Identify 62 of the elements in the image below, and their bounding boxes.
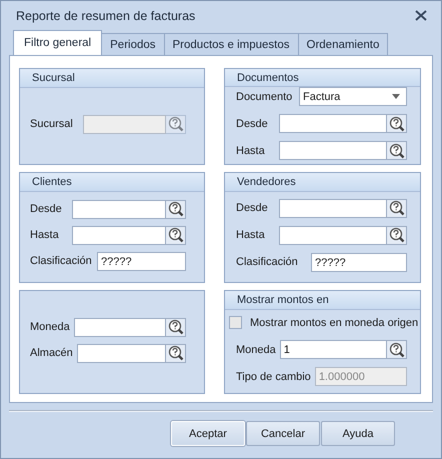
input-field[interactable]	[76, 344, 166, 362]
checkbox[interactable]	[229, 316, 242, 329]
input-field[interactable]	[279, 114, 387, 133]
dropdown-field[interactable]: Factura	[299, 87, 407, 106]
dialog-button[interactable]: Ayuda	[321, 421, 395, 446]
input-field[interactable]	[279, 226, 387, 244]
group-title: Vendedores	[237, 176, 296, 188]
field-label: Desde	[236, 202, 268, 214]
field-label: Almacén	[30, 347, 73, 359]
checkbox-label: Mostrar montos en moneda origen	[250, 316, 418, 328]
tab[interactable]: Productos e impuestos	[164, 33, 298, 55]
input-field[interactable]	[279, 198, 387, 218]
field-label: Clasificación	[30, 255, 92, 267]
search-icon	[388, 142, 404, 158]
dialog-button[interactable]: Aceptar	[171, 421, 245, 446]
search-icon	[388, 227, 404, 243]
search-icon	[168, 227, 184, 243]
field-label: Desde	[30, 203, 62, 215]
group-title: Sucursal	[32, 72, 75, 84]
input-field[interactable]: ?????	[311, 252, 407, 272]
search-icon	[388, 116, 404, 132]
lookup-button[interactable]	[387, 114, 407, 133]
field-label: Hasta	[236, 144, 265, 156]
field-label: Clasificación	[236, 256, 298, 268]
search-icon	[388, 200, 404, 216]
field-label: Moneda	[236, 344, 276, 356]
lookup-button[interactable]	[166, 226, 186, 244]
field-label: Sucursal	[30, 118, 73, 130]
field-label: Tipo de cambio	[236, 370, 311, 382]
search-icon	[168, 116, 184, 132]
field-label: Documento	[236, 90, 292, 102]
field-label: Desde	[236, 118, 268, 130]
input-field[interactable]	[279, 141, 387, 160]
group-title: Mostrar montos en	[237, 294, 329, 306]
field-label: Moneda	[30, 321, 70, 333]
field-label: Hasta	[236, 229, 265, 241]
search-icon	[388, 342, 404, 358]
dialog-button[interactable]: Cancelar	[246, 421, 320, 446]
lookup-button[interactable]	[166, 344, 186, 362]
lookup-button[interactable]	[387, 141, 407, 160]
search-icon	[168, 201, 184, 217]
input-field[interactable]: ?????	[97, 252, 186, 270]
input-field[interactable]: 1	[280, 340, 387, 359]
input-field[interactable]	[74, 318, 166, 336]
search-icon	[168, 319, 184, 335]
group-title: Clientes	[32, 176, 72, 188]
lookup-button[interactable]	[166, 200, 186, 218]
caret-icon	[392, 94, 400, 99]
lookup-button[interactable]	[387, 340, 407, 359]
tab[interactable]: Ordenamiento	[298, 33, 388, 55]
input-field[interactable]	[72, 200, 166, 218]
tab[interactable]: Filtro general	[13, 30, 102, 55]
window-title: Reporte de resumen de facturas	[16, 8, 196, 22]
lookup-button[interactable]	[387, 198, 407, 218]
close-icon[interactable]	[415, 10, 427, 21]
input-field[interactable]	[72, 226, 166, 244]
field-label: Hasta	[30, 229, 59, 241]
search-icon	[168, 345, 184, 361]
group-title: Documentos	[237, 72, 299, 84]
lookup-button[interactable]	[166, 318, 186, 336]
lookup-button[interactable]	[387, 226, 407, 244]
tab[interactable]: Periodos	[101, 33, 165, 55]
